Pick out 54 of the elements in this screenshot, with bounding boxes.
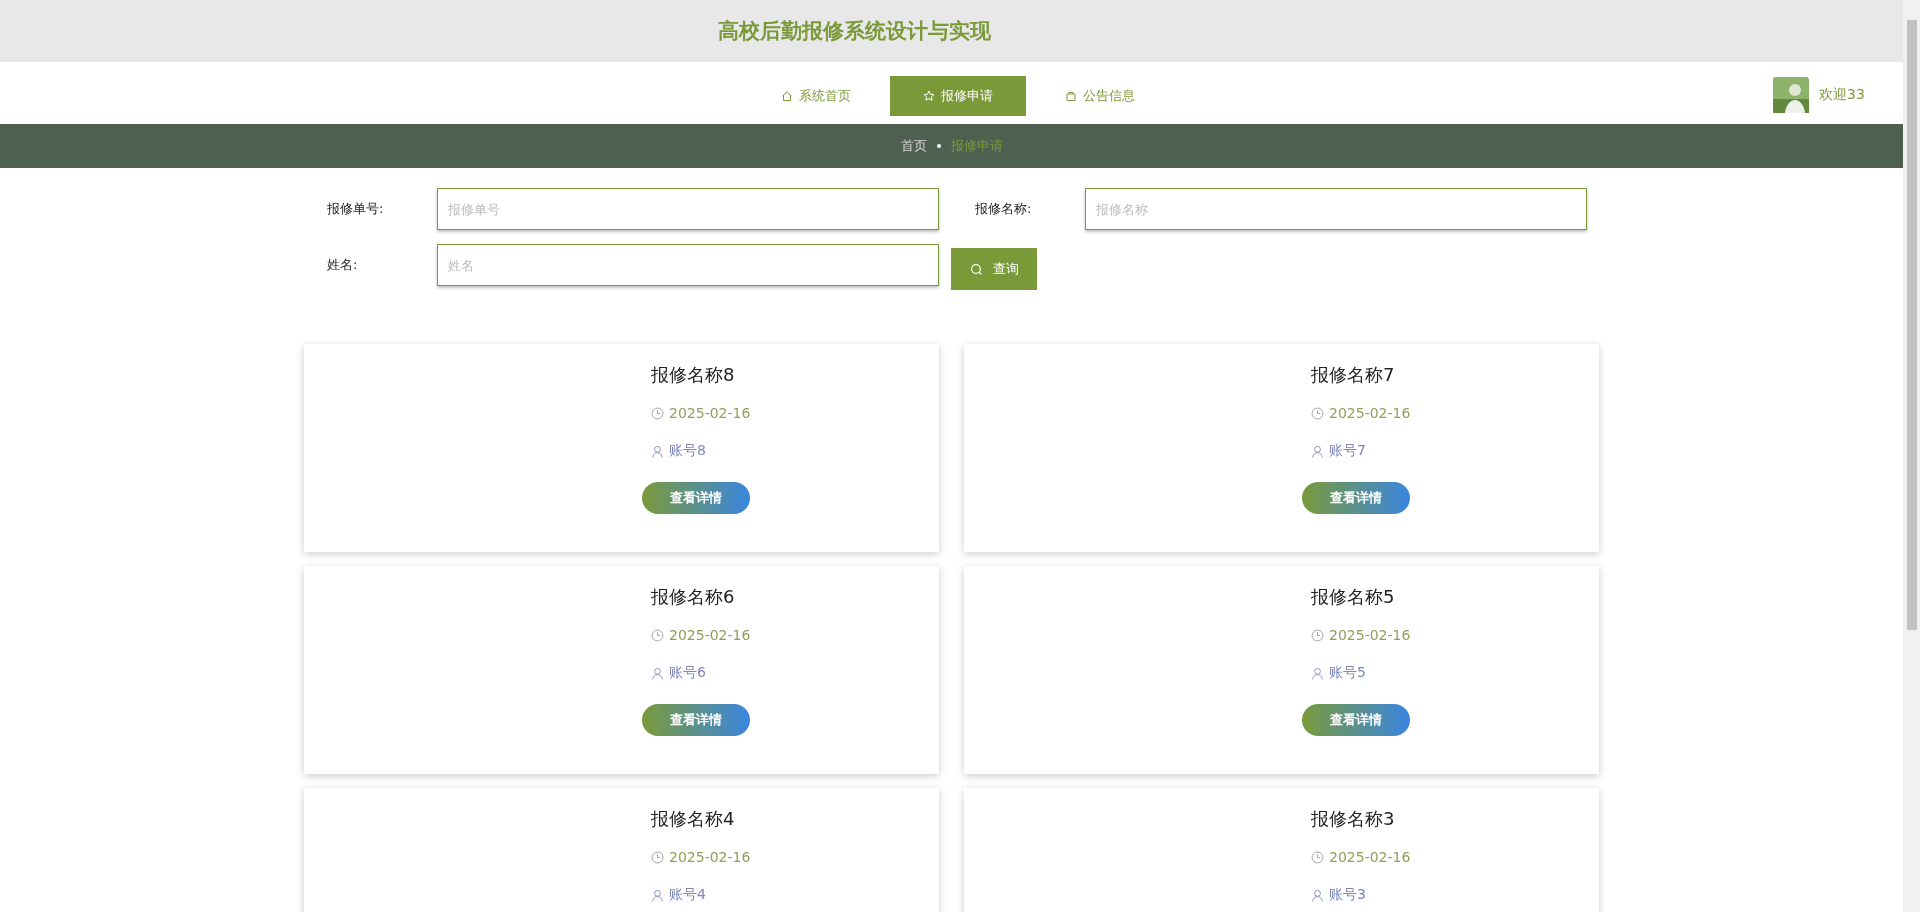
card-title: 报修名称8: [651, 363, 735, 387]
card-title: 报修名称7: [1311, 363, 1395, 387]
date-text: 2025-02-16: [1329, 405, 1411, 421]
account-text: 账号8: [669, 442, 706, 460]
account-text: 账号5: [1329, 664, 1366, 682]
scrollbar[interactable]: [1903, 0, 1920, 912]
site-title: 高校后勤报修系统设计与实现: [718, 18, 991, 45]
clock-icon: [651, 850, 664, 864]
nav-tab[interactable]: 报修申请: [890, 76, 1026, 116]
account-text: 账号6: [669, 664, 706, 682]
field-label: 报修单号:: [327, 200, 385, 218]
date-text: 2025-02-16: [669, 405, 751, 421]
card-title: 报修名称4: [651, 807, 735, 831]
card-title: 报修名称6: [651, 585, 735, 609]
clock-icon: [651, 628, 664, 642]
avatar[interactable]: [1773, 77, 1809, 113]
date-text: 2025-02-16: [1329, 627, 1411, 643]
account-text: 账号7: [1329, 442, 1366, 460]
nav-tab[interactable]: 公告信息: [1032, 76, 1168, 116]
account-text: 账号4: [669, 886, 706, 904]
input-field[interactable]: 报修名称: [1085, 188, 1587, 230]
details-button[interactable]: 查看详情: [642, 704, 750, 736]
input-field[interactable]: 姓名: [437, 244, 939, 286]
details-button[interactable]: 查看详情: [642, 482, 750, 514]
field-label: 报修名称:: [975, 200, 1033, 218]
details-button[interactable]: 查看详情: [1302, 704, 1410, 736]
user-icon: [651, 888, 664, 902]
bag-icon: [1065, 90, 1077, 102]
card-title: 报修名称3: [1311, 807, 1395, 831]
date-text: 2025-02-16: [1329, 849, 1411, 865]
separator-dot: [936, 144, 941, 148]
breadcrumb-item[interactable]: 首页: [900, 137, 927, 155]
user-icon: [1311, 666, 1324, 680]
account-text: 账号3: [1329, 886, 1366, 904]
home-icon: [781, 90, 793, 102]
card-title: 报修名称5: [1311, 585, 1395, 609]
welcome-text[interactable]: 欢迎33: [1819, 86, 1865, 104]
date-text: 2025-02-16: [669, 849, 751, 865]
user-icon: [651, 666, 664, 680]
field-label: 姓名:: [327, 256, 359, 274]
clock-icon: [1311, 850, 1324, 864]
user-icon: [651, 444, 664, 458]
user-icon: [1311, 888, 1324, 902]
clock-icon: [1311, 406, 1324, 420]
input-field[interactable]: 报修单号: [437, 188, 939, 230]
search-icon: [969, 262, 983, 276]
search-button[interactable]: 查询: [951, 248, 1037, 290]
user-icon: [1311, 444, 1324, 458]
details-button[interactable]: 查看详情: [1302, 482, 1410, 514]
clock-icon: [651, 406, 664, 420]
nav-tab[interactable]: 系统首页: [748, 76, 884, 116]
clock-icon: [1311, 628, 1324, 642]
date-text: 2025-02-16: [669, 627, 751, 643]
star-icon: [923, 90, 935, 102]
